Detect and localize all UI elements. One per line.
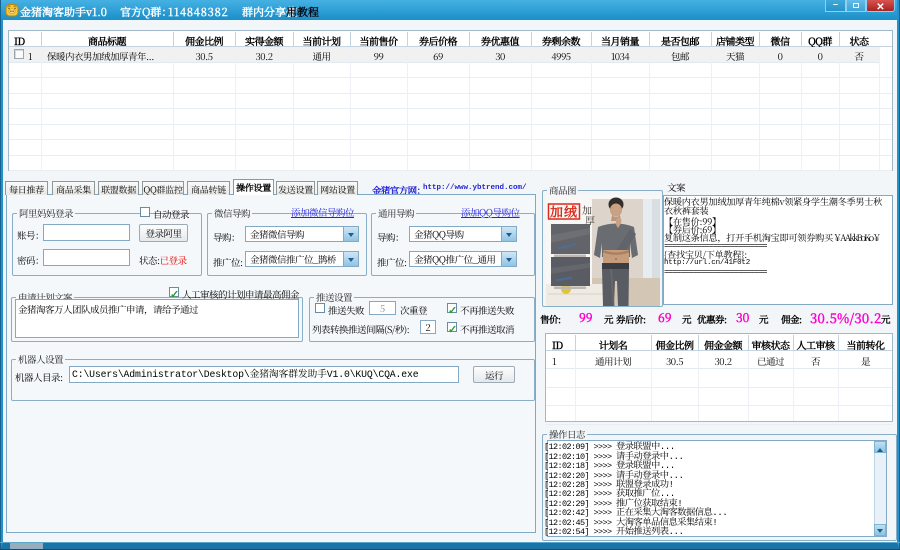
svg-text:加绒: 加绒 [549, 202, 578, 221]
